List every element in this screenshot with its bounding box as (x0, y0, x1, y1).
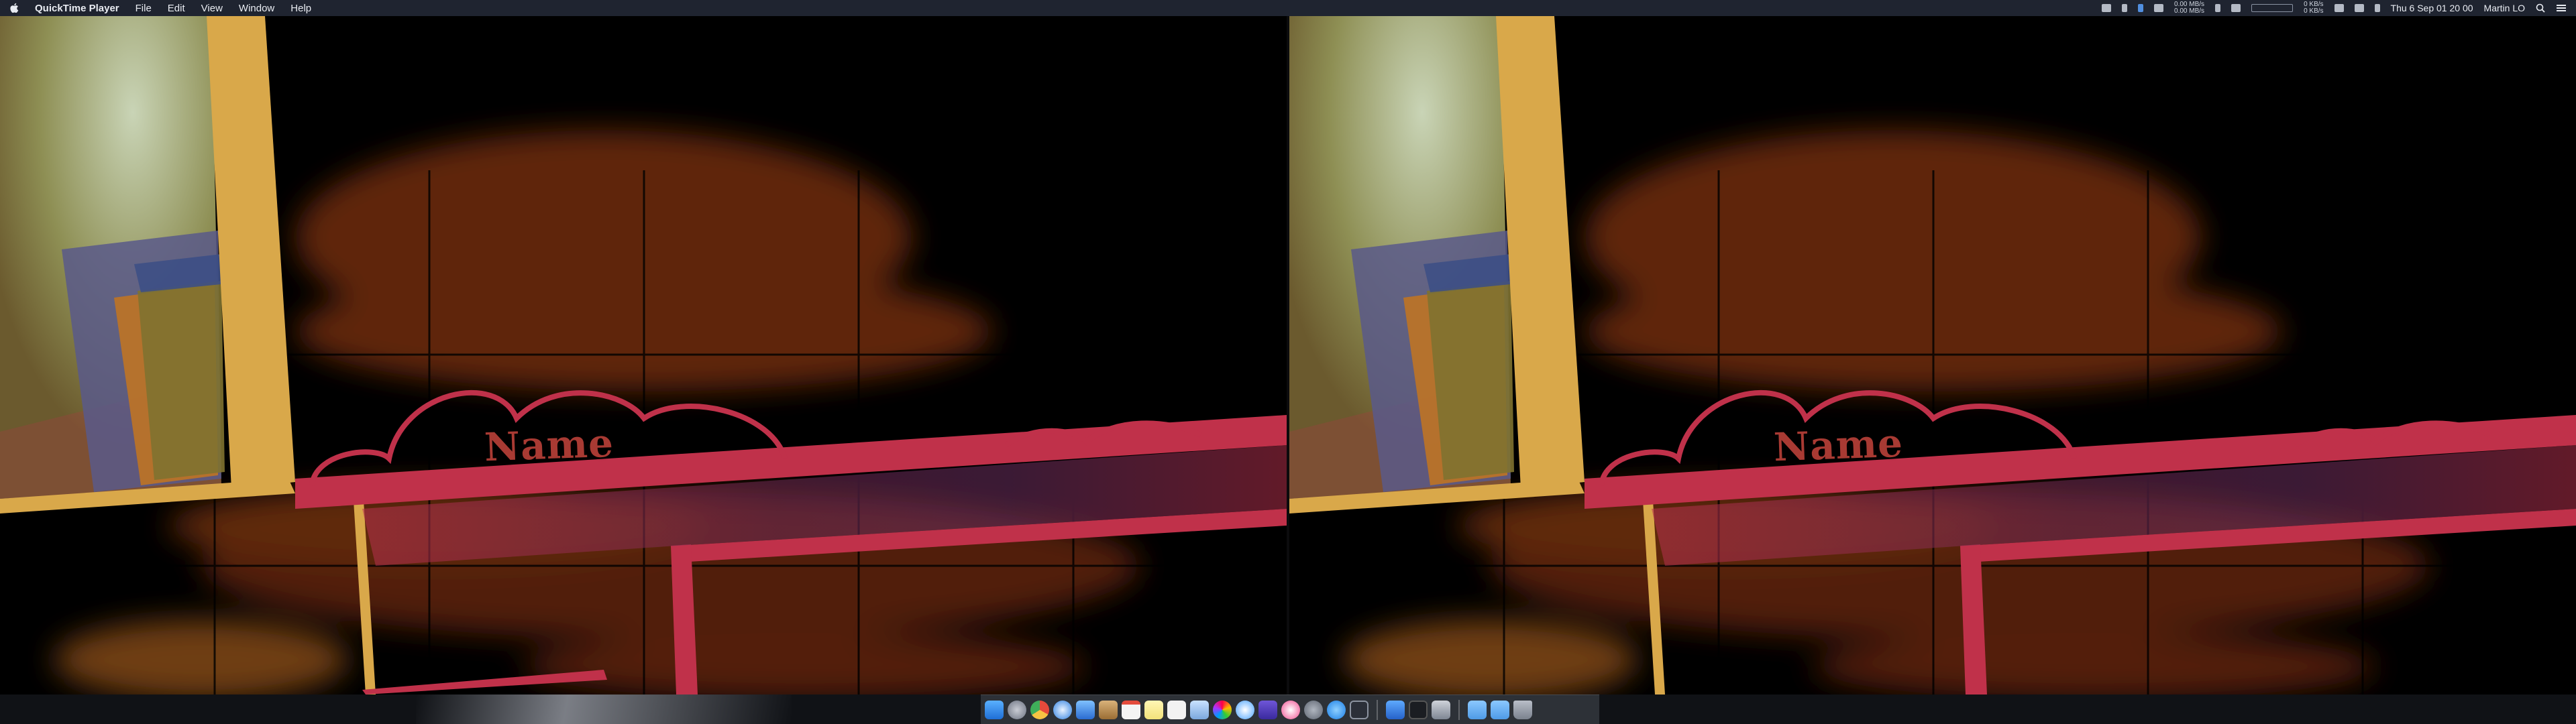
app-store-icon[interactable] (1327, 700, 1346, 719)
battery-icon[interactable] (2122, 4, 2128, 12)
network-down: 0.00 MB/s (2174, 7, 2205, 15)
preview-icon[interactable] (1190, 700, 1209, 719)
xcode-icon[interactable] (1386, 700, 1405, 719)
itunes-icon[interactable] (1281, 700, 1300, 719)
clock[interactable]: Thu 6 Sep 01 20 00 (2391, 3, 2473, 13)
notification-center-icon[interactable] (2556, 3, 2567, 13)
menu-edit[interactable]: Edit (168, 3, 185, 14)
dock-reflection (416, 695, 792, 724)
cpu-icon[interactable] (2215, 4, 2221, 12)
video-frame-right[interactable]: Name (1289, 16, 2576, 695)
calendar-icon[interactable] (1122, 700, 1140, 719)
name-label: Name (483, 420, 615, 471)
notes-icon[interactable] (1144, 700, 1163, 719)
dock-separator (1377, 699, 1378, 720)
video-scene-right (1289, 16, 2576, 695)
launchpad-icon[interactable] (1008, 700, 1026, 719)
grid-icon[interactable] (2154, 4, 2164, 12)
dock-separator (1458, 699, 1460, 720)
messages-icon[interactable] (1236, 700, 1254, 719)
dock (981, 695, 1599, 724)
photos-icon[interactable] (1213, 700, 1232, 719)
menu-bar: QuickTime Player File Edit View Window H… (0, 0, 2576, 16)
airplay-icon[interactable] (2354, 4, 2364, 12)
temperature-icon[interactable] (2231, 4, 2241, 12)
video-scene-left (0, 16, 1287, 695)
name-label: Name (1772, 420, 1904, 471)
terminal-icon[interactable] (1409, 700, 1428, 719)
reminders-icon[interactable] (1167, 700, 1186, 719)
bluetooth-icon[interactable] (2138, 4, 2144, 12)
menu-help[interactable]: Help (290, 3, 311, 14)
app-name-menu[interactable]: QuickTime Player (35, 3, 119, 14)
contacts-icon[interactable] (1099, 700, 1118, 719)
disk-monitor[interactable]: 0 KB/s 0 KB/s (2304, 1, 2323, 15)
menu-view[interactable]: View (201, 3, 223, 14)
folder-icon[interactable] (1468, 700, 1487, 719)
cpu-meter[interactable] (2251, 4, 2294, 12)
disk-down: 0 KB/s (2304, 7, 2324, 15)
display-icon[interactable] (2102, 4, 2112, 12)
menu-file[interactable]: File (136, 3, 152, 14)
imovie-icon[interactable] (1258, 700, 1277, 719)
video-frame-left[interactable]: Name (0, 16, 1287, 695)
spotlight-search-icon[interactable] (2536, 3, 2545, 13)
user-name[interactable]: Martin LO (2484, 3, 2525, 13)
mail-icon[interactable] (1076, 700, 1095, 719)
folder-icon[interactable] (1491, 700, 1509, 719)
activity-monitor-icon[interactable] (1350, 700, 1368, 719)
trash-icon[interactable] (1513, 700, 1532, 719)
system-preferences-icon[interactable] (1304, 700, 1323, 719)
wifi-icon[interactable] (2334, 4, 2344, 12)
menu-window[interactable]: Window (239, 3, 274, 14)
chrome-icon[interactable] (1030, 700, 1049, 719)
quicktime-icon[interactable] (1432, 700, 1450, 719)
apple-menu-icon[interactable] (9, 3, 19, 13)
finder-icon[interactable] (985, 700, 1004, 719)
network-monitor[interactable]: 0.00 MB/s 0.00 MB/s (2174, 1, 2204, 15)
safari-icon[interactable] (1053, 700, 1072, 719)
volume-icon[interactable] (2374, 4, 2380, 12)
